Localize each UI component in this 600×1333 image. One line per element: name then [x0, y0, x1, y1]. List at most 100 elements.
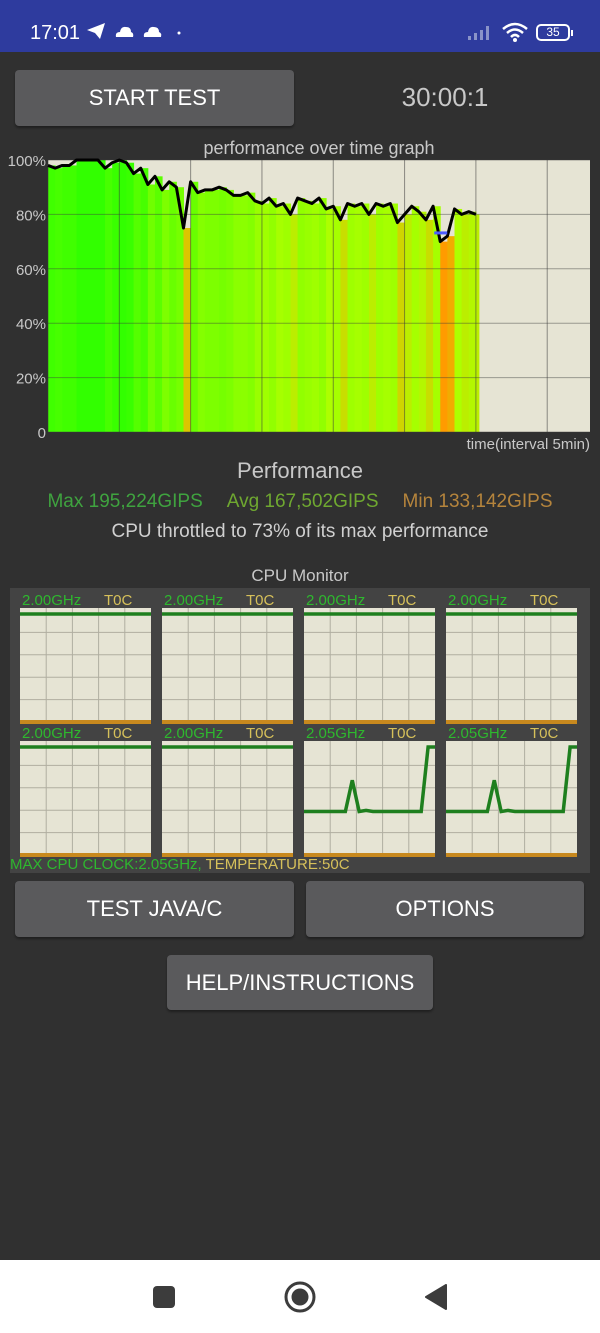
performance-bar [83, 160, 92, 432]
performance-bar [383, 206, 391, 432]
performance-bar [69, 165, 78, 432]
core-temperature: T0C [104, 592, 133, 609]
core-temp-bar [446, 853, 577, 857]
core-temperature: T0C [246, 592, 275, 609]
y-tick-label: 20% [16, 371, 46, 388]
core-graph-background [446, 608, 577, 724]
performance-bar [269, 198, 277, 432]
status-time: 17:01 [30, 22, 81, 44]
throttle-text: CPU throttled to 73% of its max performa… [111, 521, 489, 542]
performance-bar [97, 160, 106, 432]
dot-icon [177, 31, 181, 35]
core-graph-background [304, 741, 435, 857]
status-bar: 17:01 35 [0, 0, 600, 52]
max-performance: Max 195,224GIPS [47, 491, 203, 512]
performance-bar [261, 203, 270, 432]
performance-bar [311, 203, 320, 432]
performance-bar [418, 211, 427, 432]
core-graph-background [20, 741, 151, 857]
start-test-button[interactable]: START TEST [15, 70, 294, 126]
core-graph-background [162, 741, 293, 857]
performance-bar [354, 206, 363, 432]
x-axis-label: time(interval 5min) [467, 436, 590, 453]
cpu-core-6: 2.05GHz T0C [304, 725, 436, 857]
telegram-icon [87, 23, 105, 39]
core-frequency: 2.05GHz [448, 725, 508, 742]
performance-bar [140, 168, 149, 432]
performance-bar [319, 198, 327, 432]
core-graph [446, 608, 577, 724]
performance-stats: Max 195,224GIPS Avg 167,502GIPS Min 133,… [0, 491, 600, 513]
core-graph [162, 608, 293, 724]
performance-bar [55, 168, 63, 432]
performance-bar [390, 203, 398, 432]
cpu-monitor-panel: MAX CPU CLOCK:2.05GHz, TEMPERATURE:50C 2… [10, 588, 590, 873]
cpu-temperature: TEMPERATURE:50C [201, 856, 350, 873]
core-temperature: T0C [104, 725, 133, 742]
test-java-c-button[interactable]: TEST JAVA/C [15, 881, 294, 937]
signal-icon [468, 26, 489, 40]
core-temperature: T0C [530, 725, 559, 742]
performance-bar [204, 189, 213, 432]
performance-bar [240, 195, 249, 432]
performance-bar [361, 203, 370, 432]
y-tick-label: 0 [38, 425, 46, 442]
performance-bar [397, 222, 406, 432]
battery-level: 35 [546, 24, 560, 39]
back-icon[interactable] [424, 1284, 448, 1310]
core-temperature: T0C [530, 592, 559, 609]
performance-bar [126, 162, 135, 432]
performance-bar [212, 189, 220, 432]
cpu-core-7: 2.05GHz T0C [446, 725, 578, 857]
core-temp-bar [304, 853, 435, 857]
options-button[interactable]: OPTIONS [306, 881, 584, 937]
cpu-core-4: 2.00GHz T0C [20, 725, 152, 857]
cpu-core-2: 2.00GHz T0C [304, 592, 436, 724]
core-temp-bar [446, 720, 577, 724]
cloud-icon [115, 26, 134, 37]
performance-bar [90, 160, 99, 432]
help-instructions-button[interactable]: HELP/INSTRUCTIONS [167, 955, 433, 1010]
core-frequency: 2.00GHz [448, 592, 508, 609]
performance-bar [304, 200, 313, 432]
performance-bar [440, 241, 448, 432]
core-graph [304, 608, 435, 724]
performance-bar [468, 211, 477, 432]
performance-bar [112, 162, 120, 432]
performance-graph: 100% 80% 60% 40% 20% 0 time(interval 5min) [8, 153, 590, 453]
core-frequency: 2.00GHz [164, 725, 224, 742]
y-tick-label: 100% [8, 153, 46, 170]
core-temp-bar [20, 720, 151, 724]
performance-bar [411, 206, 420, 432]
min-performance: Min 133,142GIPS [402, 491, 553, 512]
core-graph-background [20, 608, 151, 724]
navigation-bar [0, 1260, 600, 1333]
performance-bar [447, 236, 455, 432]
performance-bar [76, 160, 85, 432]
wifi-icon [502, 22, 528, 42]
core-graph [446, 741, 577, 857]
home-icon[interactable] [284, 1281, 316, 1313]
core-temperature: T0C [388, 592, 417, 609]
test-timer: 30:00:1 [401, 82, 489, 112]
core-temp-bar [20, 853, 151, 857]
performance-bar [333, 206, 341, 432]
performance-bar [105, 168, 113, 432]
performance-bar [169, 181, 177, 432]
performance-bar [276, 206, 284, 432]
core-frequency: 2.00GHz [22, 592, 82, 609]
max-cpu-clock: MAX CPU CLOCK:2.05GHz, [10, 856, 202, 873]
performance-bar [425, 219, 434, 432]
core-temperature: T0C [388, 725, 417, 742]
recents-icon[interactable] [152, 1285, 176, 1309]
cpu-core-1: 2.00GHz T0C [162, 592, 294, 724]
app-content: START TEST 30:00:1 performance over time… [0, 52, 600, 1260]
cpu-core-0: 2.00GHz T0C [20, 592, 152, 724]
core-temp-bar [162, 720, 293, 724]
y-tick-label: 40% [16, 316, 46, 333]
core-graph-background [304, 608, 435, 724]
avg-performance: Avg 167,502GIPS [226, 491, 379, 512]
performance-bar [133, 173, 142, 432]
core-temperature: T0C [246, 725, 275, 742]
performance-bar [340, 219, 349, 432]
